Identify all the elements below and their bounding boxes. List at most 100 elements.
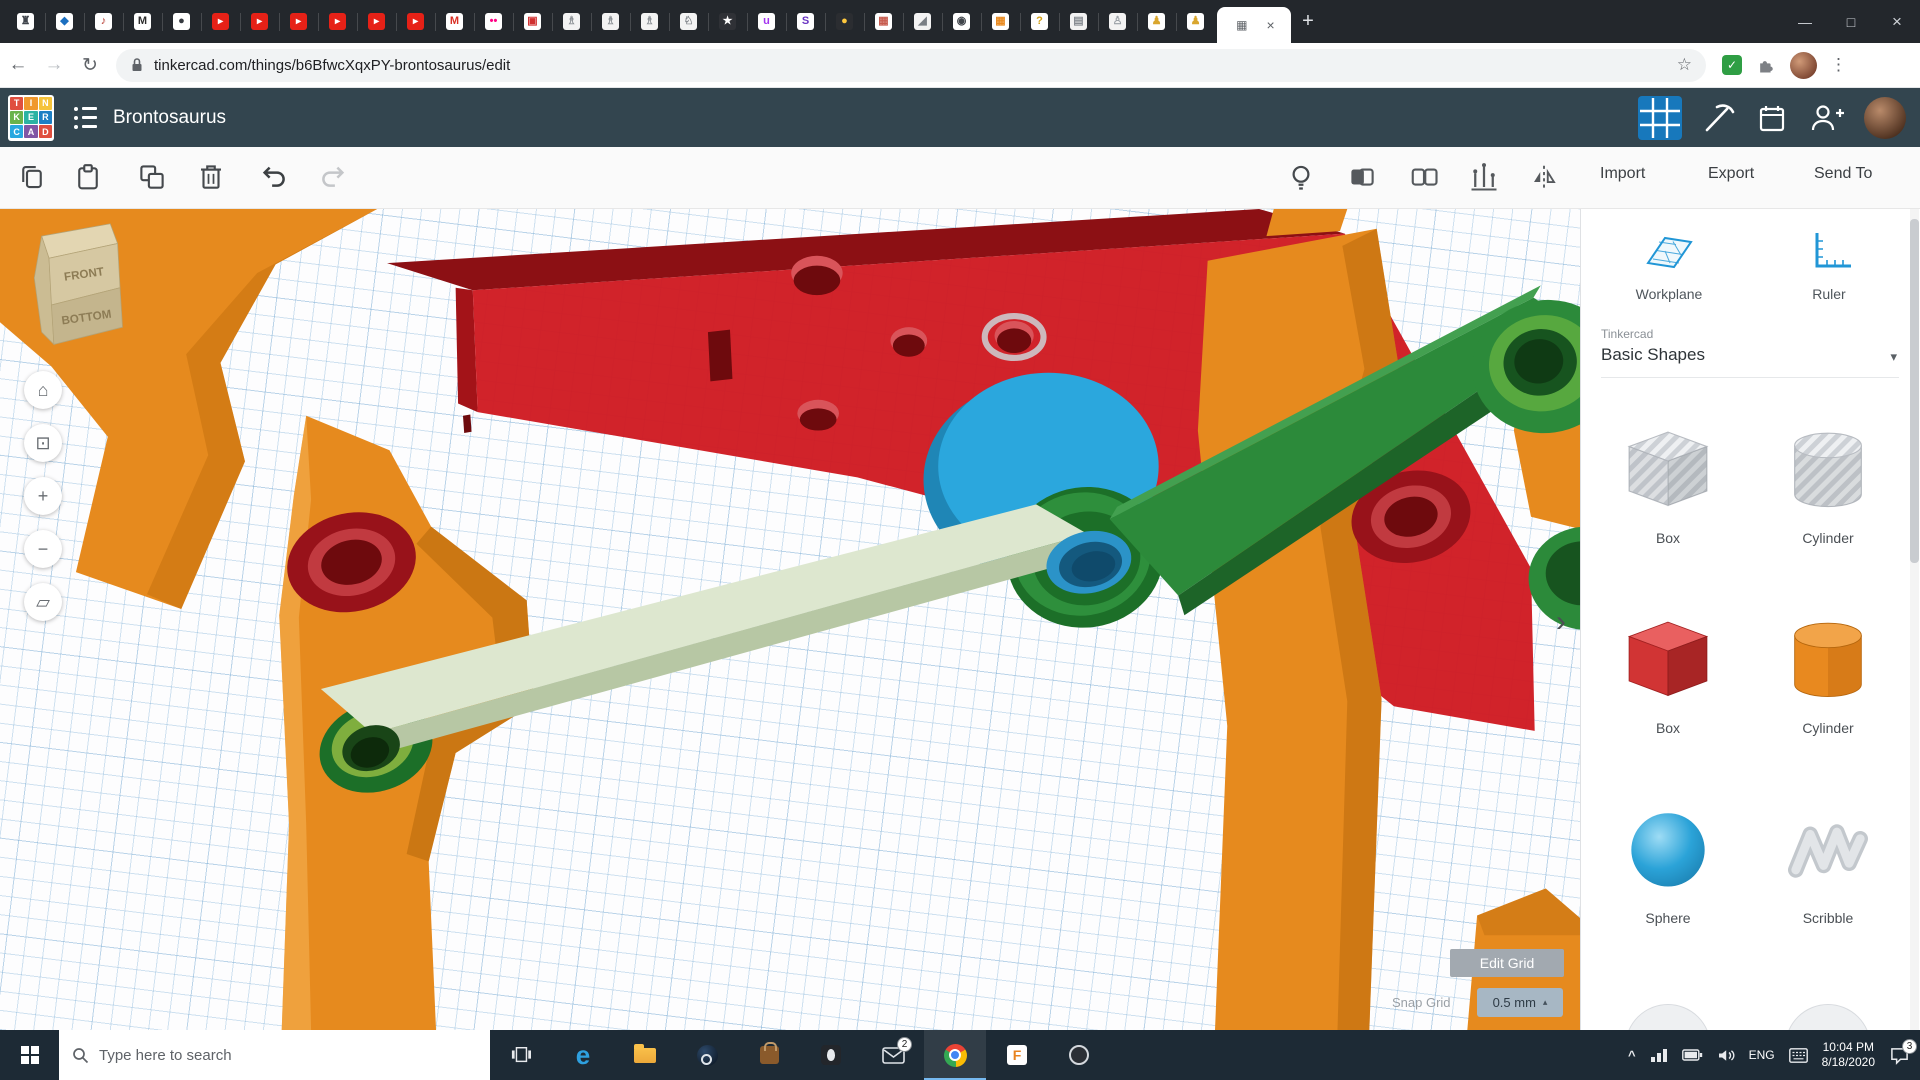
duplicate-icon[interactable] [137, 162, 167, 192]
browser-tab[interactable]: ♗ [630, 0, 669, 43]
taskbar-shop-app[interactable] [738, 1030, 800, 1080]
browser-tab[interactable]: ♜ [6, 0, 45, 43]
browser-tab[interactable]: ♗ [591, 0, 630, 43]
send-to-button[interactable]: Send To [1814, 165, 1872, 183]
taskbar-chrome[interactable] [924, 1030, 986, 1080]
zoom-out-button[interactable]: − [24, 530, 62, 568]
home-view-button[interactable]: ⌂ [24, 371, 62, 409]
shape-scribble[interactable]: Scribble [1753, 801, 1903, 926]
browser-tab[interactable]: ▸ [279, 0, 318, 43]
shape-category-dropdown[interactable]: Tinkercad Basic Shapes ▾ [1601, 327, 1899, 378]
browser-tab[interactable]: ▸ [318, 0, 357, 43]
browser-tab[interactable]: •• [474, 0, 513, 43]
browser-tab[interactable]: ▸ [201, 0, 240, 43]
browser-tab[interactable]: ▸ [357, 0, 396, 43]
user-avatar[interactable] [1864, 97, 1906, 139]
align-icon[interactable] [1469, 162, 1499, 192]
taskbar-edge[interactable]: e [552, 1030, 614, 1080]
browser-tab[interactable]: ◆ [45, 0, 84, 43]
group-icon[interactable] [1347, 162, 1377, 192]
panel-collapse-chevron[interactable]: › [1556, 605, 1566, 639]
battery-icon[interactable] [1682, 1048, 1703, 1062]
green-ring-right[interactable] [1464, 290, 1580, 442]
delete-icon[interactable] [196, 162, 226, 192]
browser-tab[interactable]: ? [1020, 0, 1059, 43]
browser-tab[interactable]: ★ [708, 0, 747, 43]
3d-viewport[interactable]: FRONT BOTTOM ⌂ ⊡ + − ▱ Edit Grid Snap Gr… [0, 209, 1580, 1030]
copy-icon[interactable] [17, 162, 47, 192]
snap-grid-dropdown[interactable]: 0.5 mm ▴ [1477, 988, 1563, 1017]
volume-icon[interactable] [1717, 1048, 1735, 1063]
action-center-button[interactable]: 3 [1889, 1046, 1910, 1065]
shape-sphere[interactable]: Sphere [1593, 801, 1743, 926]
workplane-tool[interactable]: Workplane [1589, 229, 1749, 302]
extension-check-icon[interactable]: ✓ [1722, 55, 1742, 75]
browser-tab-active[interactable]: ▦× [1217, 7, 1291, 43]
browser-tab[interactable]: ▦ [864, 0, 903, 43]
back-button[interactable]: ← [0, 54, 36, 76]
reload-button[interactable]: ↻ [72, 54, 108, 77]
paste-icon[interactable] [73, 162, 103, 192]
browser-tab[interactable]: ● [825, 0, 864, 43]
green-ring-right-lower[interactable] [1529, 527, 1580, 630]
zoom-in-button[interactable]: + [24, 477, 62, 515]
browser-tab[interactable]: u [747, 0, 786, 43]
browser-tab[interactable]: ♘ [669, 0, 708, 43]
bookmark-star-icon[interactable]: ☆ [1677, 55, 1692, 75]
export-button[interactable]: Export [1708, 165, 1754, 183]
panel-scrollbar-thumb[interactable] [1910, 219, 1919, 563]
browser-tab[interactable]: ▸ [240, 0, 279, 43]
tray-expand-chevron[interactable]: ^ [1628, 1048, 1636, 1063]
design-title[interactable]: Brontosaurus [113, 107, 226, 129]
browser-tab[interactable]: ● [162, 0, 201, 43]
close-button[interactable]: × [1874, 0, 1920, 43]
taskbar-fusion[interactable]: F [986, 1030, 1048, 1080]
ime-keyboard-icon[interactable] [1789, 1048, 1808, 1063]
new-tab-button[interactable]: + [1291, 0, 1325, 43]
undo-icon[interactable] [258, 162, 290, 192]
start-button[interactable] [0, 1030, 59, 1080]
browser-tab[interactable]: ♟ [1137, 0, 1176, 43]
redo-icon[interactable] [317, 162, 349, 192]
browser-tab[interactable]: ♟ [1176, 0, 1215, 43]
taskbar-game-center[interactable] [800, 1030, 862, 1080]
task-view-button[interactable] [490, 1030, 552, 1080]
browser-tab[interactable]: ▤ [1059, 0, 1098, 43]
shape-cylinder[interactable]: Cylinder [1753, 611, 1903, 736]
mirror-icon[interactable] [1529, 162, 1559, 192]
tinkercad-logo[interactable]: TINKERCAD [8, 95, 54, 141]
shape-box-hole[interactable]: Box [1593, 421, 1743, 546]
edit-grid-button[interactable]: Edit Grid [1450, 949, 1564, 977]
orange-leg-right[interactable] [1198, 209, 1399, 1030]
shape-box[interactable]: Box [1593, 611, 1743, 736]
minimize-button[interactable]: — [1782, 0, 1828, 43]
browser-tab[interactable]: ▦ [981, 0, 1020, 43]
browser-tab[interactable]: M [123, 0, 162, 43]
taskbar-steam[interactable] [676, 1030, 738, 1080]
view-cube[interactable]: FRONT BOTTOM [34, 224, 122, 345]
browser-profile-avatar[interactable] [1790, 52, 1817, 79]
taskbar-mail[interactable]: 2 [862, 1030, 924, 1080]
classes-notebook-icon[interactable] [1754, 100, 1790, 136]
network-icon[interactable] [1650, 1048, 1668, 1063]
extensions-puzzle-icon[interactable] [1756, 55, 1776, 75]
workplane-light-icon[interactable] [1286, 162, 1316, 194]
browser-menu-icon[interactable]: ⋮ [1830, 55, 1847, 75]
fit-view-button[interactable]: ⊡ [24, 424, 62, 462]
shape-cylinder-hole[interactable]: Cylinder [1753, 421, 1903, 546]
bricks-pickaxe-icon[interactable] [1700, 100, 1736, 136]
blocks-view-icon[interactable] [1638, 96, 1682, 140]
design-menu-icon[interactable] [74, 107, 97, 129]
browser-tab[interactable]: M [435, 0, 474, 43]
browser-tab[interactable]: ♗ [552, 0, 591, 43]
shape-partial[interactable] [1625, 1004, 1711, 1030]
forward-button[interactable]: → [36, 54, 72, 76]
import-button[interactable]: Import [1600, 165, 1645, 183]
taskbar-file-explorer[interactable] [614, 1030, 676, 1080]
browser-tab[interactable]: ♙ [1098, 0, 1137, 43]
taskbar-alexa[interactable] [1048, 1030, 1110, 1080]
language-indicator[interactable]: ENG [1749, 1048, 1775, 1062]
tab-close-icon[interactable]: × [1267, 17, 1275, 33]
taskbar-clock[interactable]: 10:04 PM 8/18/2020 [1822, 1040, 1875, 1070]
browser-tab[interactable]: ▣ [513, 0, 552, 43]
